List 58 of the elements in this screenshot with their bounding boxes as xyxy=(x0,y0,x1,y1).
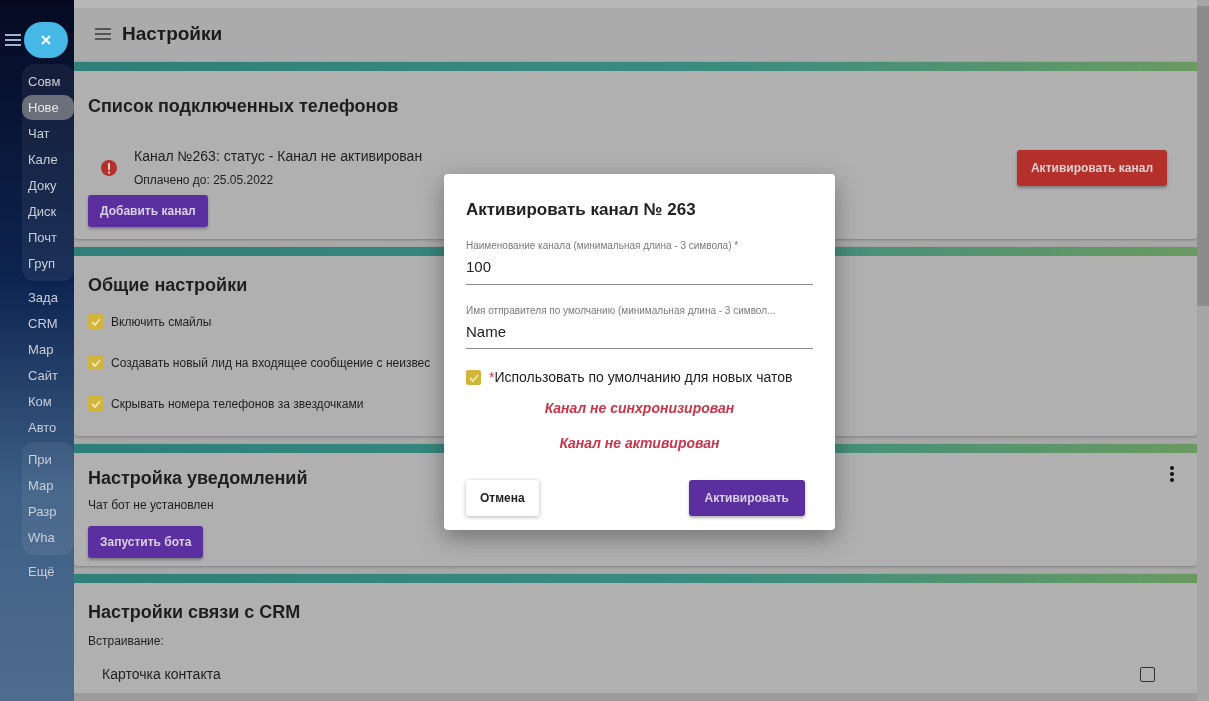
error-message: Канал не синхронизирован xyxy=(543,399,736,419)
sidebar-item[interactable]: Нове xyxy=(22,95,74,120)
more-options-icon[interactable] xyxy=(1169,466,1175,482)
checkbox[interactable] xyxy=(88,355,103,370)
cancel-button[interactable]: Отмена xyxy=(466,480,539,517)
option-label: Скрывать номера телефонов за звездочками xyxy=(111,395,364,413)
sidebar-item[interactable]: CRM xyxy=(22,311,74,336)
field-label: Наименование канала (минимальная длина - 3 символа) * xyxy=(466,239,740,254)
scrollbar-thumb[interactable] xyxy=(1197,6,1209,306)
checkbox[interactable] xyxy=(466,370,481,386)
page-title: Настройки xyxy=(122,22,223,46)
card-title: Список подключенных телефонов xyxy=(88,95,399,118)
sidebar-item[interactable]: Диск xyxy=(22,199,74,224)
error-message: Канал не активирован xyxy=(558,434,721,454)
text-field[interactable]: Name xyxy=(466,317,813,350)
checkbox[interactable] xyxy=(1140,667,1155,682)
activate-channel-button[interactable]: Активировать канал xyxy=(1016,149,1167,186)
bot-status: Чат бот не установлен xyxy=(88,497,214,514)
sidebar-item[interactable]: Совм xyxy=(22,69,74,94)
menu-icon[interactable] xyxy=(4,31,22,49)
sidebar-item[interactable]: При xyxy=(22,447,74,472)
sidebar-item[interactable]: Мар xyxy=(22,337,74,362)
channel-status: Канал №263: статус - Канал не активирован xyxy=(134,147,424,166)
activate-button[interactable]: Активировать xyxy=(688,480,805,517)
close-button[interactable] xyxy=(24,22,68,58)
card-title: Настройка уведомлений xyxy=(88,467,308,490)
sidebar-item[interactable]: Разр xyxy=(22,499,74,524)
vertical-scrollbar[interactable] xyxy=(1197,0,1209,701)
paid-until: Оплачено до: 25.05.2022 xyxy=(134,172,275,189)
sidebar-item[interactable]: Кале xyxy=(22,147,74,172)
option-label: Карточка контакта xyxy=(102,665,221,684)
checkbox[interactable] xyxy=(88,314,103,329)
sidebar-item[interactable]: Мар xyxy=(22,473,74,498)
sidebar-item[interactable]: Wha xyxy=(22,525,74,550)
start-bot-button[interactable]: Запустить бота xyxy=(88,526,204,558)
checkbox[interactable] xyxy=(88,396,103,411)
sidebar-item[interactable]: Зада xyxy=(22,285,74,310)
dialog-title: Активировать канал № 263 xyxy=(466,200,697,221)
sidebar-item[interactable]: Сайт xyxy=(22,363,74,388)
text-field[interactable]: 100 xyxy=(466,253,813,285)
checkbox-label: *Использовать по умолчанию для новых чатов xyxy=(489,368,793,388)
sidebar-item[interactable]: Груп xyxy=(22,251,74,276)
embedding-label: Встраивание: xyxy=(88,633,165,650)
error-icon xyxy=(100,158,118,177)
option-label: Создавать новый лид на входящее сообщение с неизвес xyxy=(111,354,431,372)
sidebar-item[interactable]: Почт xyxy=(22,225,74,250)
field-label: Имя отправителя по умолчанию (минимальная длина - 3 символ... xyxy=(466,303,777,318)
sidebar-item[interactable]: Чат xyxy=(22,121,74,146)
sidebar-item[interactable]: Ком xyxy=(22,389,74,414)
sidebar-item[interactable]: Ещё xyxy=(22,559,74,584)
option-label: Включить смайлы xyxy=(111,313,212,331)
add-channel-button[interactable]: Добавить канал xyxy=(88,195,208,227)
horizontal-scrollbar[interactable] xyxy=(74,693,1197,701)
card-title: Настройки связи с CRM xyxy=(88,601,301,624)
sidebar-item[interactable]: Доку xyxy=(22,173,74,198)
sidebar-item[interactable]: Авто xyxy=(22,415,74,440)
close-icon xyxy=(40,34,52,46)
card-title: Общие настройки xyxy=(88,274,248,297)
